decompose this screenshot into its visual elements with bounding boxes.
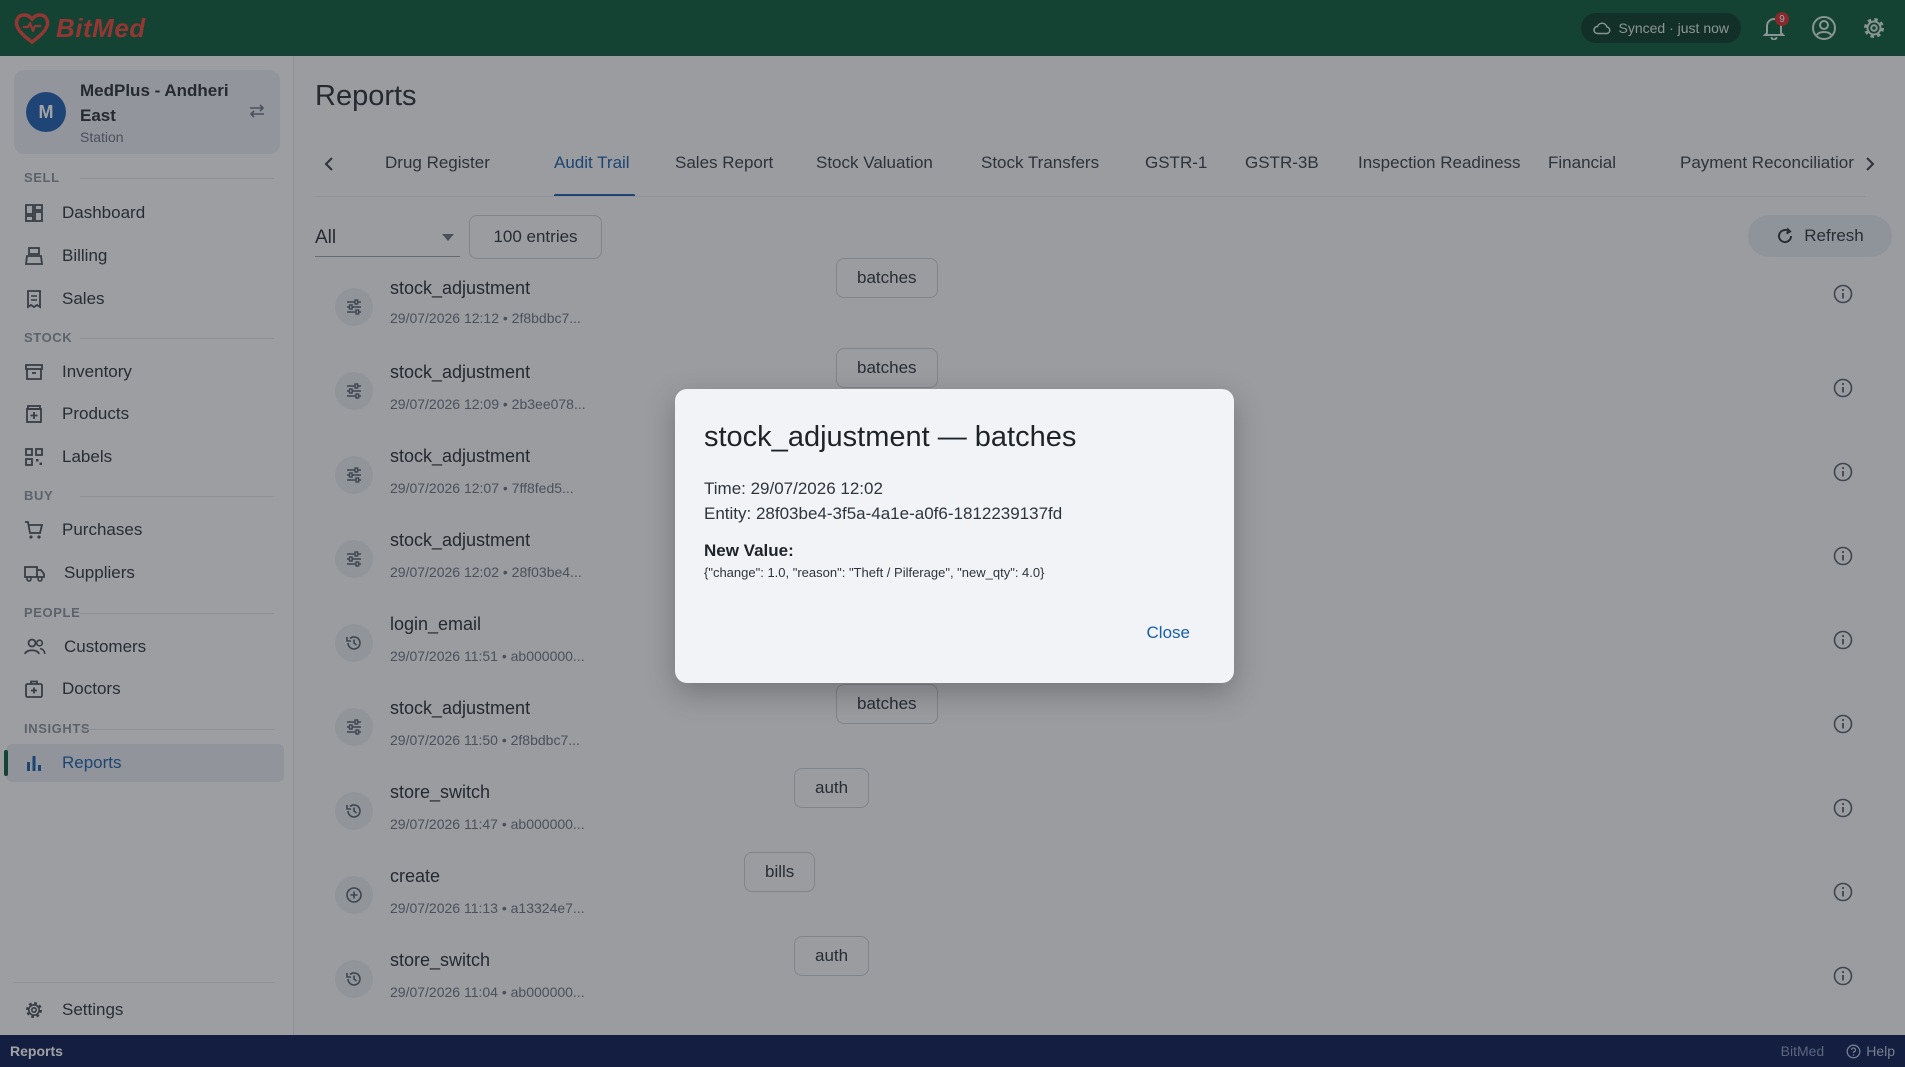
dialog-new-value: {"change": 1.0, "reason": "Theft / Pilfe… bbox=[704, 565, 1045, 580]
dialog-time: Time: 29/07/2026 12:02 bbox=[704, 479, 883, 498]
dialog-title: stock_adjustment — batches bbox=[704, 421, 1077, 453]
dialog-entity: Entity: 28f03be4-3f5a-4a1e-a0f6-18122391… bbox=[704, 504, 1063, 523]
audit-detail-dialog: stock_adjustment — batches Time: 29/07/2… bbox=[675, 389, 1234, 683]
dialog-close-button[interactable]: Close bbox=[1147, 623, 1190, 643]
dialog-new-value-label: New Value: bbox=[704, 541, 794, 560]
